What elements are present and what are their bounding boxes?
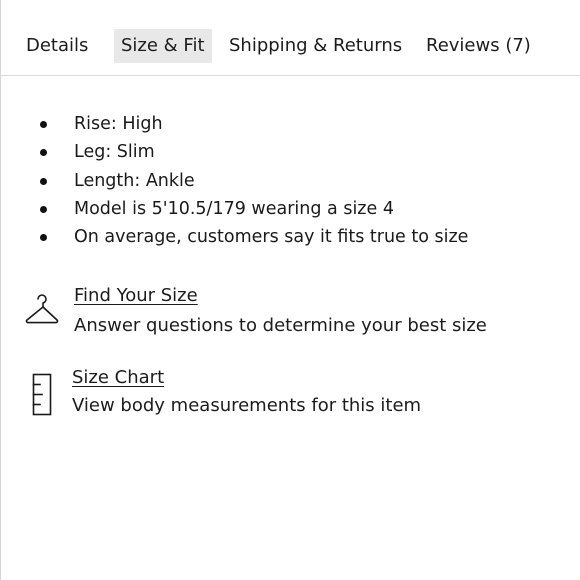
tab-details[interactable]: Details xyxy=(26,29,88,63)
fit-detail-text: Rise: High xyxy=(74,114,163,134)
size-chart-link[interactable]: Size Chart xyxy=(72,367,164,388)
fit-detail-text: On average, customers say it fits true t… xyxy=(74,227,469,248)
find-your-size-description: Answer questions to determine your best … xyxy=(74,315,487,336)
product-info-tabs: Details Size & Fit Shipping & Returns Re… xyxy=(0,0,580,76)
bullet-dot xyxy=(40,121,47,128)
bullet-dot xyxy=(40,177,47,185)
bullet-dot xyxy=(40,205,47,213)
fit-detail-text: Length: Ankle xyxy=(74,170,195,191)
panel-left-border xyxy=(0,0,1,580)
fit-detail-text: Model is 5'10.5/179 wearing a size 4 xyxy=(74,198,394,219)
ruler-icon xyxy=(32,373,54,417)
bullet-dot xyxy=(40,234,47,242)
bullet-dot xyxy=(40,149,47,157)
tab-size-and-fit[interactable]: Size & Fit xyxy=(114,29,212,63)
fit-detail-text: Leg: Slim xyxy=(74,142,155,163)
tab-reviews[interactable]: Reviews (7) xyxy=(426,29,531,63)
tab-shipping-and-returns[interactable]: Shipping & Returns xyxy=(229,29,402,63)
hanger-icon xyxy=(24,292,60,328)
find-your-size-link[interactable]: Find Your Size xyxy=(74,285,198,306)
size-chart-description: View body measurements for this item xyxy=(72,395,422,416)
